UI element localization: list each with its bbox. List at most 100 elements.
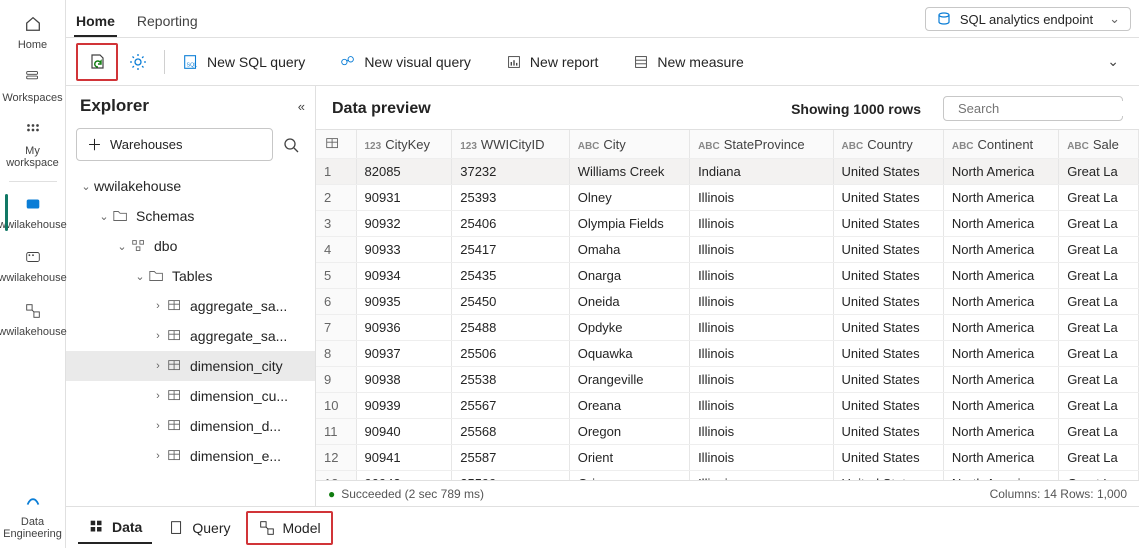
folder-icon (112, 207, 130, 225)
table-row[interactable]: 59093425435OnargaIllinoisUnited StatesNo… (316, 263, 1139, 289)
tree-node-aggregate-sa-[interactable]: ›aggregate_sa... (66, 291, 315, 321)
tree-node-dimension-cu-[interactable]: ›dimension_cu... (66, 381, 315, 411)
main-area: Home Reporting SQL analytics endpoint ⌄ S… (66, 0, 1139, 548)
nav-workspaces[interactable]: Workspaces (3, 59, 63, 112)
tree-node-wwilakehouse[interactable]: ⌄wwilakehouse (66, 171, 315, 201)
settings-button[interactable] (122, 48, 154, 76)
cell: North America (943, 471, 1058, 481)
cell: Great La (1059, 393, 1139, 419)
cell: Illinois (690, 289, 833, 315)
column-header-city[interactable]: ABCCity (569, 130, 689, 159)
tree-node-dimension-city[interactable]: ›dimension_city (66, 351, 315, 381)
tree-label: Tables (172, 268, 212, 284)
add-warehouse-button[interactable]: ＋ Warehouses (76, 128, 273, 161)
cell: United States (833, 315, 943, 341)
twisty-icon: ⌄ (114, 240, 130, 253)
cell: 25406 (452, 211, 570, 237)
cell: Orient (569, 445, 689, 471)
button-label: New measure (657, 54, 743, 70)
cell: Illinois (690, 211, 833, 237)
cell: United States (833, 445, 943, 471)
explorer-search-button[interactable] (277, 131, 305, 159)
tree-label: dimension_e... (190, 448, 281, 464)
button-label: New report (530, 54, 598, 70)
cell: 37232 (452, 159, 570, 185)
tree-label: Schemas (136, 208, 194, 224)
column-header-country[interactable]: ABCCountry (833, 130, 943, 159)
cell: North America (943, 445, 1058, 471)
cell: Great La (1059, 367, 1139, 393)
tree-node-tables[interactable]: ⌄Tables (66, 261, 315, 291)
nav-my-workspace[interactable]: My workspace (3, 112, 63, 177)
grid-corner[interactable] (316, 130, 356, 159)
sql-icon: SQL (181, 52, 201, 72)
view-tab-query[interactable]: Query (158, 513, 240, 543)
view-tab-model[interactable]: Model (246, 511, 332, 545)
tree-node-dimension-d-[interactable]: ›dimension_d... (66, 411, 315, 441)
table-row[interactable]: 89093725506OquawkaIllinoisUnited StatesN… (316, 341, 1139, 367)
table-row[interactable]: 49093325417OmahaIllinoisUnited StatesNor… (316, 237, 1139, 263)
stack-icon (21, 65, 45, 89)
new-measure-button[interactable]: New measure (625, 48, 749, 76)
table-row[interactable]: 99093825538OrangevilleIllinoisUnited Sta… (316, 367, 1139, 393)
tree-node-schemas[interactable]: ⌄Schemas (66, 201, 315, 231)
nav-wwilakehouse[interactable]: wwilakehouse (3, 186, 63, 239)
endpoint-selector-label: SQL analytics endpoint (960, 12, 1093, 27)
cell: 25417 (452, 237, 570, 263)
grid-icon (21, 118, 45, 142)
column-header-wwicityid[interactable]: 123WWICityID (452, 130, 570, 159)
new-sql-query-button[interactable]: SQLNew SQL query (175, 48, 311, 76)
column-header-sale[interactable]: ABCSale (1059, 130, 1139, 159)
table-row[interactable]: 79093625488OpdykeIllinoisUnited StatesNo… (316, 315, 1139, 341)
data-grid[interactable]: 123CityKey123WWICityIDABCCityABCStatePro… (316, 129, 1139, 480)
table-row[interactable]: 69093525450OneidaIllinoisUnited StatesNo… (316, 289, 1139, 315)
cell: Opdyke (569, 315, 689, 341)
table-icon (166, 417, 184, 435)
nav-footer[interactable]: Data Engineering (3, 483, 63, 548)
cell: 25393 (452, 185, 570, 211)
tree-label: wwilakehouse (94, 178, 181, 194)
cell: Illinois (690, 237, 833, 263)
table-row[interactable]: 119094025568OregonIllinoisUnited StatesN… (316, 419, 1139, 445)
table-row[interactable]: 109093925567OreanaIllinoisUnited StatesN… (316, 393, 1139, 419)
refresh-icon (87, 52, 107, 72)
twisty-icon: › (150, 330, 166, 342)
table-row[interactable]: 18208537232Williams CreekIndianaUnited S… (316, 159, 1139, 185)
cell: 90938 (356, 367, 452, 393)
view-tabs: DataQueryModel (66, 506, 1139, 548)
nav-home[interactable]: Home (3, 6, 63, 59)
preview-search-box[interactable] (943, 96, 1123, 121)
tree-node-dbo[interactable]: ⌄dbo (66, 231, 315, 261)
ribbon-tab-home[interactable]: Home (74, 13, 117, 37)
cell: Illinois (690, 445, 833, 471)
tree-node-dimension-e-[interactable]: ›dimension_e... (66, 441, 315, 471)
column-header-continent[interactable]: ABCContinent (943, 130, 1058, 159)
refresh-button[interactable] (81, 48, 113, 76)
cell: North America (943, 211, 1058, 237)
column-header-stateprovince[interactable]: ABCStateProvince (690, 130, 833, 159)
cell: United States (833, 341, 943, 367)
column-header-citykey[interactable]: 123CityKey (356, 130, 452, 159)
page-icon (168, 519, 186, 537)
table-row[interactable]: 129094125587OrientIllinoisUnited StatesN… (316, 445, 1139, 471)
ribbon-tab-reporting[interactable]: Reporting (135, 13, 200, 37)
table-row[interactable]: 29093125393OlneyIllinoisUnited StatesNor… (316, 185, 1139, 211)
new-report-button[interactable]: New report (498, 48, 604, 76)
toolbar-more[interactable]: ⌄ (1097, 49, 1129, 74)
preview-search-input[interactable] (958, 101, 1134, 116)
cell: Illinois (690, 263, 833, 289)
nav-wwilakehouse[interactable]: wwilakehouse (3, 293, 63, 346)
collapse-explorer-button[interactable]: « (298, 99, 305, 114)
cell: United States (833, 237, 943, 263)
tree-label: aggregate_sa... (190, 298, 287, 314)
table-row[interactable]: 39093225406Olympia FieldsIllinoisUnited … (316, 211, 1139, 237)
new-visual-query-button[interactable]: New visual query (332, 48, 477, 76)
row-number: 6 (316, 289, 356, 315)
nav-wwilakehouse[interactable]: wwilakehouse (3, 239, 63, 292)
endpoint-selector[interactable]: SQL analytics endpoint ⌄ (925, 7, 1131, 31)
view-tab-data[interactable]: Data (78, 512, 152, 544)
table-row[interactable]: 139094225599OrionIllinoisUnited StatesNo… (316, 471, 1139, 481)
row-number: 7 (316, 315, 356, 341)
cell: Oquawka (569, 341, 689, 367)
tree-node-aggregate-sa-[interactable]: ›aggregate_sa... (66, 321, 315, 351)
